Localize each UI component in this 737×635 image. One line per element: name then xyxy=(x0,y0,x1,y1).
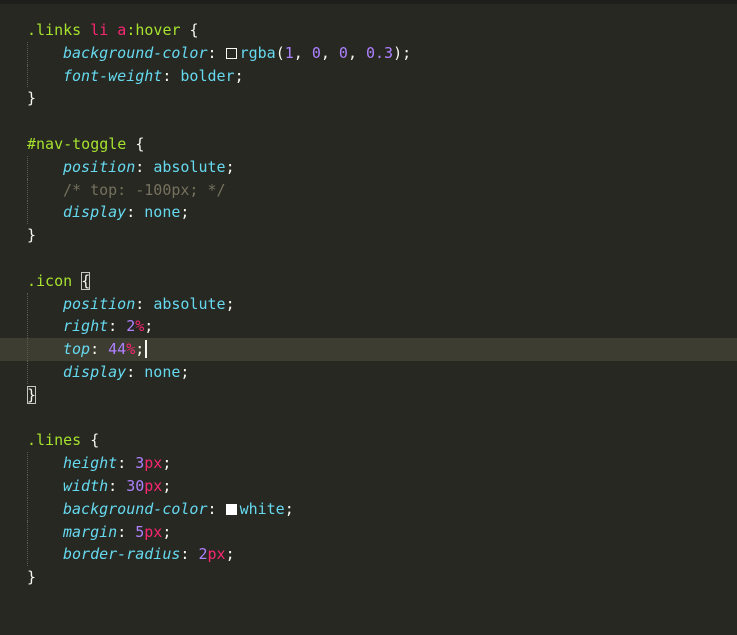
css-property: width xyxy=(63,476,109,495)
css-selector: .links xyxy=(27,21,82,39)
css-unit: px xyxy=(207,545,226,564)
code-line[interactable]: #nav-toggle { xyxy=(0,133,737,156)
css-unit: px xyxy=(144,476,163,495)
css-unit: px xyxy=(144,454,163,473)
brace-close: } xyxy=(27,568,37,587)
code-line[interactable]: .icon { xyxy=(0,270,737,293)
css-property: position xyxy=(63,294,136,313)
text-cursor xyxy=(145,340,148,359)
code-line[interactable]: background-color: white; xyxy=(0,497,737,521)
code-line-empty[interactable] xyxy=(0,407,737,430)
code-line[interactable]: .lines { xyxy=(0,429,737,452)
code-line[interactable]: background-color: rgba(1, 0, 0, 0.3); xyxy=(0,41,737,65)
css-number: 5 xyxy=(135,522,145,541)
brace-open: { xyxy=(81,431,100,450)
css-number: 0 xyxy=(338,43,348,62)
brace-close: } xyxy=(27,89,37,108)
css-property: position xyxy=(63,157,136,176)
code-line[interactable]: margin: 5px; xyxy=(0,520,737,544)
code-line[interactable]: } xyxy=(0,224,737,247)
css-number: 0.3 xyxy=(366,43,394,62)
css-pseudo-class: :hover xyxy=(126,21,181,39)
css-function: rgba xyxy=(239,43,276,62)
css-property: top xyxy=(63,340,91,359)
current-code-line[interactable]: top: 44%; xyxy=(0,338,737,361)
css-value: absolute xyxy=(153,157,226,176)
code-line[interactable]: display: none; xyxy=(0,201,737,225)
css-number: 30 xyxy=(126,476,145,495)
code-line[interactable]: /* top: -100px; */ xyxy=(0,178,737,202)
css-property: height xyxy=(63,454,118,473)
css-property: font-weight xyxy=(63,66,163,85)
css-comment: /* top: -100px; */ xyxy=(63,180,226,199)
css-value: absolute xyxy=(153,294,226,313)
css-value: bolder xyxy=(180,66,235,85)
code-editor[interactable]: .links li a:hover { background-color: rg… xyxy=(0,19,737,589)
color-swatch-icon xyxy=(225,503,237,515)
code-line[interactable]: position: absolute; xyxy=(0,155,737,179)
css-value: none xyxy=(144,362,181,381)
css-selector: .lines xyxy=(27,431,82,450)
css-property: background-color xyxy=(63,499,208,518)
code-line[interactable]: width: 30px; xyxy=(0,474,737,498)
color-swatch-icon xyxy=(225,47,237,59)
code-line[interactable]: } xyxy=(0,566,737,589)
css-unit: px xyxy=(144,522,163,541)
brace-close-matched: } xyxy=(27,385,37,404)
code-line[interactable]: right: 2%; xyxy=(0,315,737,339)
code-line[interactable]: position: absolute; xyxy=(0,292,737,316)
code-line[interactable]: height: 3px; xyxy=(0,452,737,475)
editor-top-strip xyxy=(0,0,737,4)
brace-open-matched: { xyxy=(81,271,91,290)
css-value: none xyxy=(144,203,181,222)
css-selector-tags: li a xyxy=(81,21,127,39)
css-value: white xyxy=(239,499,285,518)
brace-open: { xyxy=(126,134,145,153)
css-unit: % xyxy=(135,317,145,336)
css-property: background-color xyxy=(63,43,208,62)
css-unit: % xyxy=(126,340,136,359)
code-line[interactable]: display: none; xyxy=(0,360,737,384)
code-line[interactable]: .links li a:hover { xyxy=(0,19,737,42)
css-selector: .icon xyxy=(27,271,73,290)
code-line-empty[interactable] xyxy=(0,110,737,133)
css-number: 0 xyxy=(311,43,321,62)
code-line[interactable]: } xyxy=(0,384,737,407)
css-property: margin xyxy=(63,522,118,541)
css-property: display xyxy=(63,203,127,222)
code-line[interactable]: } xyxy=(0,87,737,110)
brace-close: } xyxy=(27,226,37,245)
code-line[interactable]: border-radius: 2px; xyxy=(0,543,737,567)
css-number: 2 xyxy=(198,545,208,564)
code-line-empty[interactable] xyxy=(0,247,737,270)
brace-open: { xyxy=(180,21,199,39)
css-property: border-radius xyxy=(63,545,181,564)
css-number: 1 xyxy=(284,43,294,62)
css-number: 3 xyxy=(135,454,145,473)
css-property: display xyxy=(63,362,127,381)
css-number: 44 xyxy=(108,340,127,359)
css-property: right xyxy=(63,317,109,336)
css-selector: #nav-toggle xyxy=(27,134,127,153)
css-number: 2 xyxy=(126,317,136,336)
code-line[interactable]: font-weight: bolder; xyxy=(0,64,737,88)
